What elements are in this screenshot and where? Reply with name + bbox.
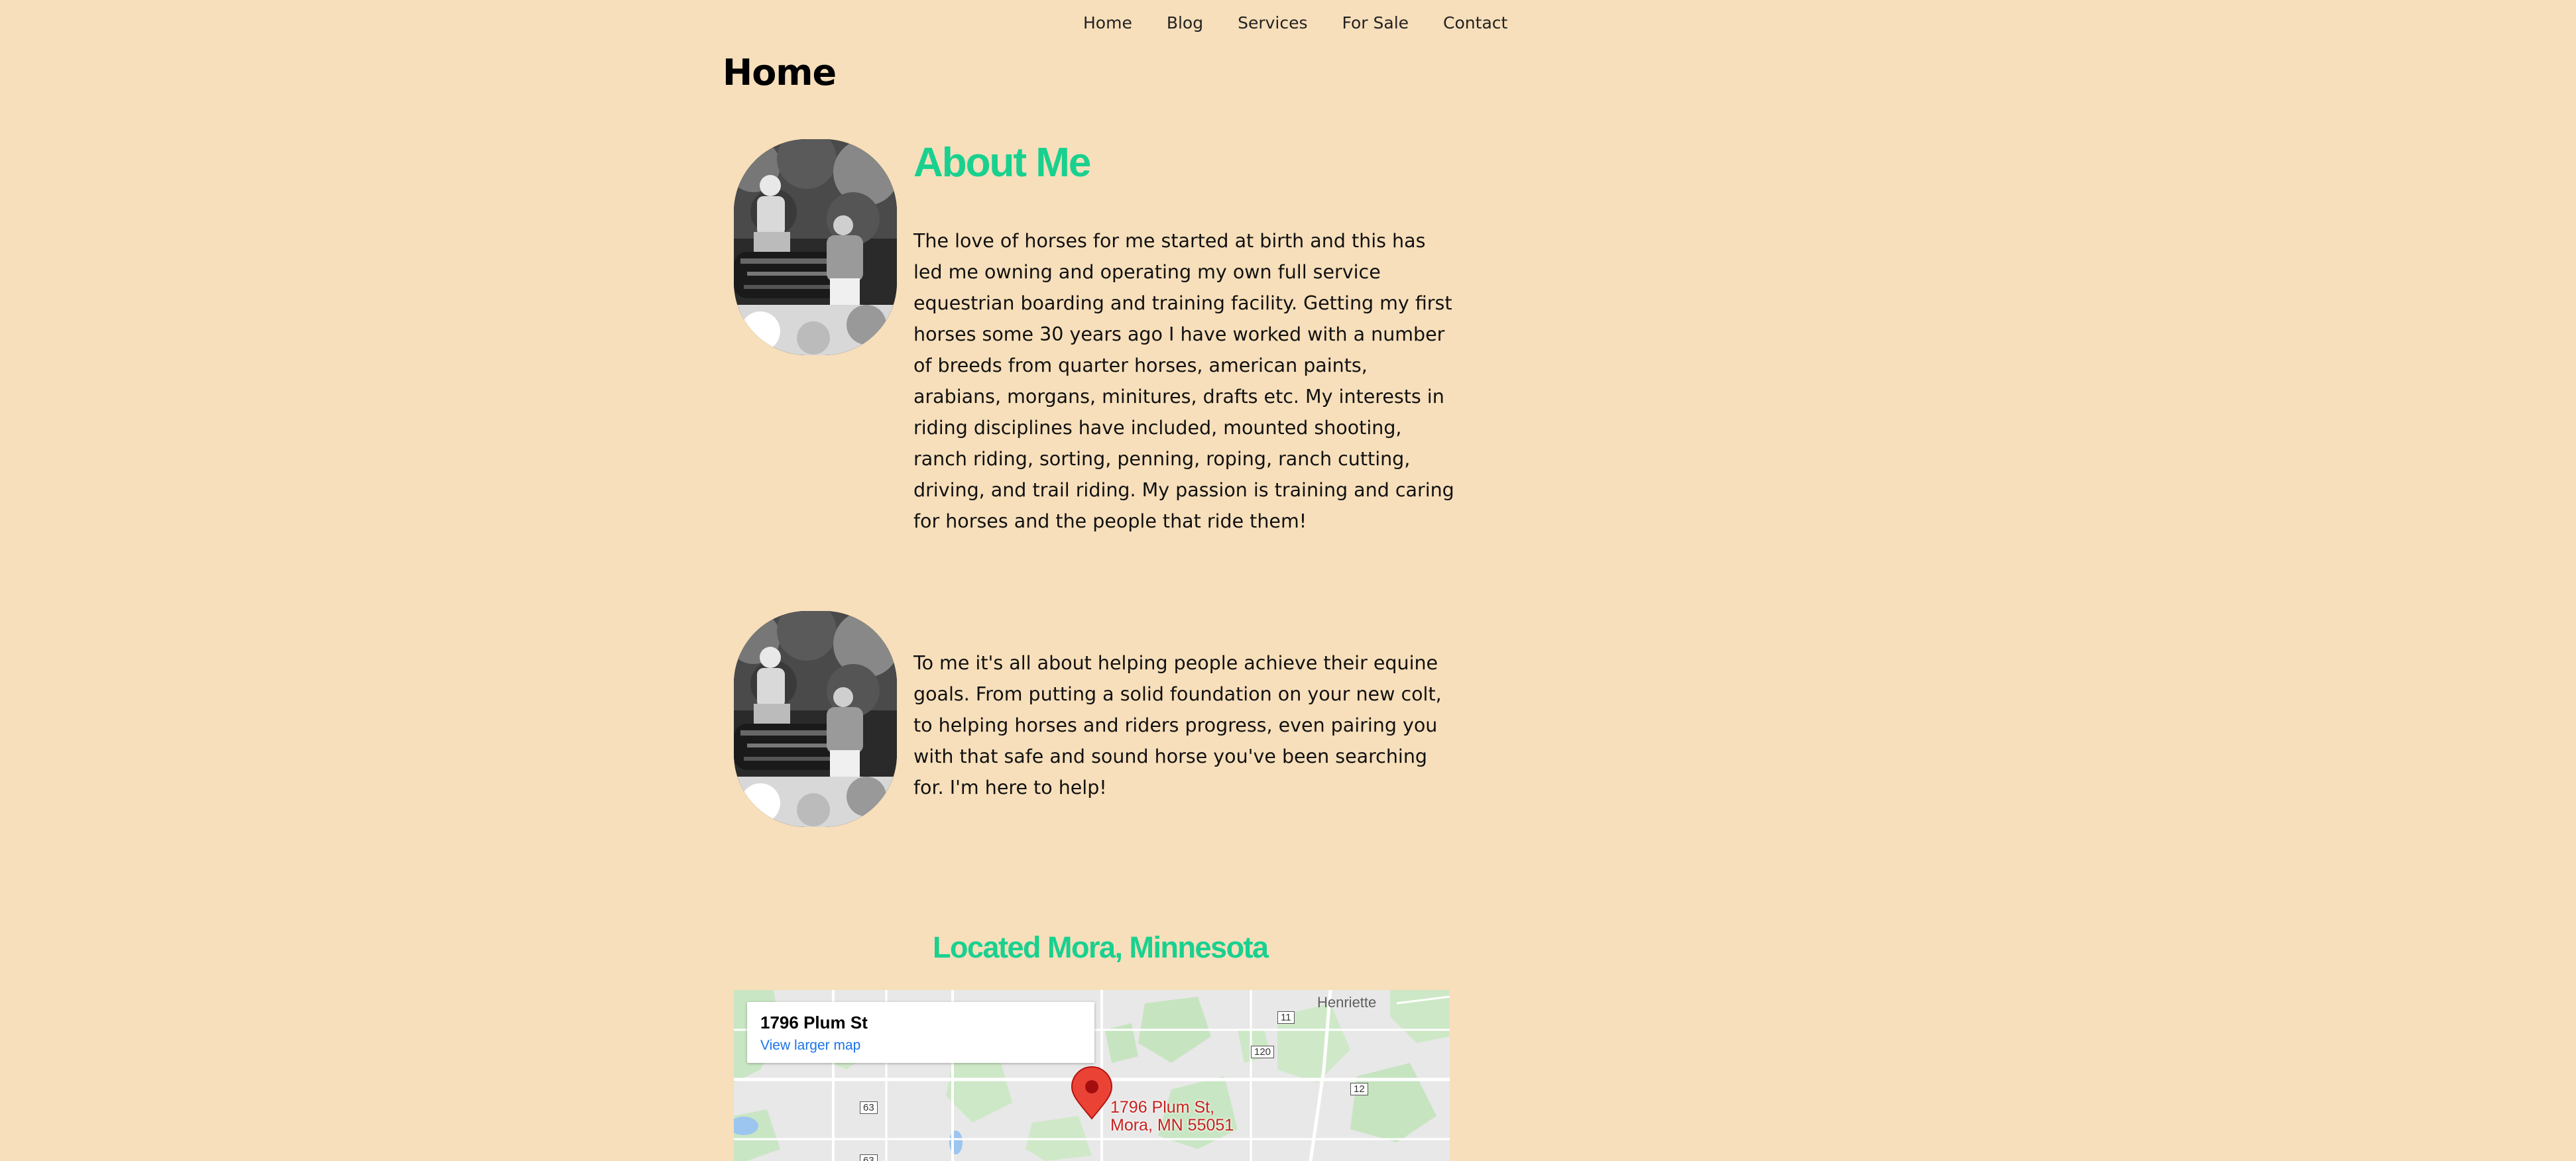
view-larger-map-link[interactable]: View larger map xyxy=(760,1038,860,1054)
page-title: Home xyxy=(723,52,837,93)
location-heading: Located Mora, Minnesota xyxy=(933,930,1269,964)
nav-home[interactable]: Home xyxy=(1083,13,1132,32)
nav-services[interactable]: Services xyxy=(1238,13,1307,32)
map-info-card: 1796 Plum St View larger map xyxy=(747,1002,1094,1063)
about-paragraph: The love of horses for me started at bir… xyxy=(913,230,1454,532)
page: Home Blog Services For Sale Contact Home xyxy=(0,0,2576,1161)
map-address: 1796 Plum St xyxy=(760,1013,868,1032)
top-nav: Home Blog Services For Sale Contact xyxy=(1083,13,1507,32)
services-paragraph: To me it's all about helping people achi… xyxy=(913,652,1442,799)
pin-label-line-1: 1796 Plum St, xyxy=(1110,1098,1215,1117)
profile-photo xyxy=(734,611,897,827)
embedded-map[interactable]: 1796 Plum St View larger map 1796 Plum S… xyxy=(734,990,1450,1161)
town-label: Henriette xyxy=(1317,994,1377,1011)
route-shield: 12 xyxy=(1350,1083,1368,1095)
route-shield: 120 xyxy=(1251,1046,1275,1058)
nav-blog[interactable]: Blog xyxy=(1167,13,1203,32)
route-shield: 63 xyxy=(860,1101,878,1114)
map-pin-label: 1796 Plum St, Mora, MN 55051 xyxy=(1110,1099,1234,1134)
profile-photo xyxy=(734,139,897,355)
about-heading: About Me xyxy=(913,140,1091,186)
nav-contact[interactable]: Contact xyxy=(1443,13,1507,32)
nav-for-sale[interactable]: For Sale xyxy=(1342,13,1409,32)
pin-label-line-2: Mora, MN 55051 xyxy=(1110,1116,1234,1134)
route-shield: 63 xyxy=(860,1154,878,1161)
route-shield: 11 xyxy=(1277,1011,1295,1024)
